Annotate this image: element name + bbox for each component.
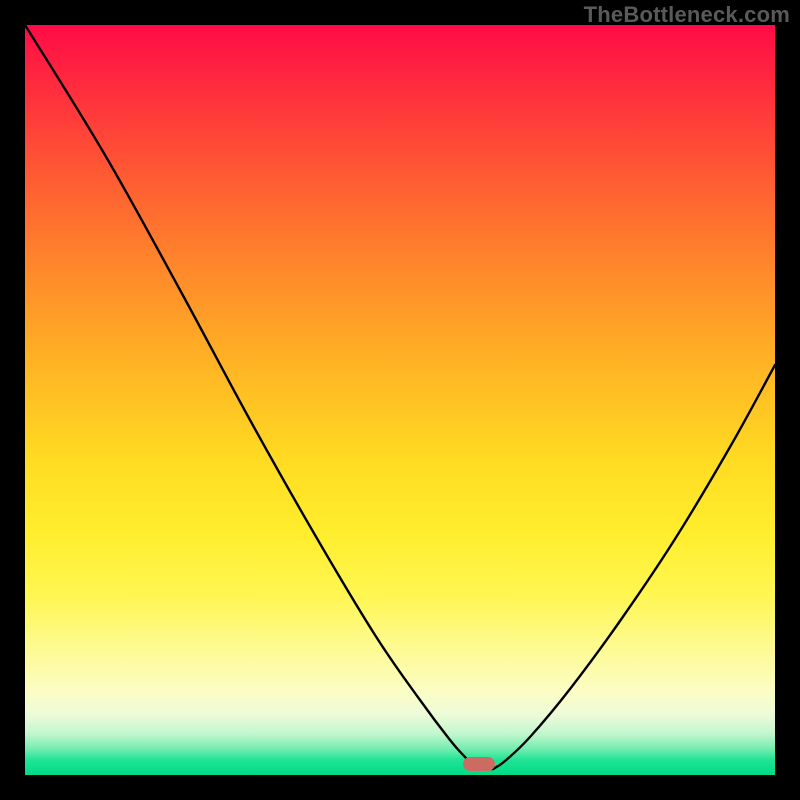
curve-layer — [25, 25, 775, 775]
curve-left — [25, 25, 477, 769]
chart-frame: TheBottleneck.com — [0, 0, 800, 800]
curve-right — [493, 365, 775, 769]
watermark-text: TheBottleneck.com — [584, 2, 790, 28]
plot-area — [25, 25, 775, 775]
bottleneck-marker — [463, 757, 495, 771]
